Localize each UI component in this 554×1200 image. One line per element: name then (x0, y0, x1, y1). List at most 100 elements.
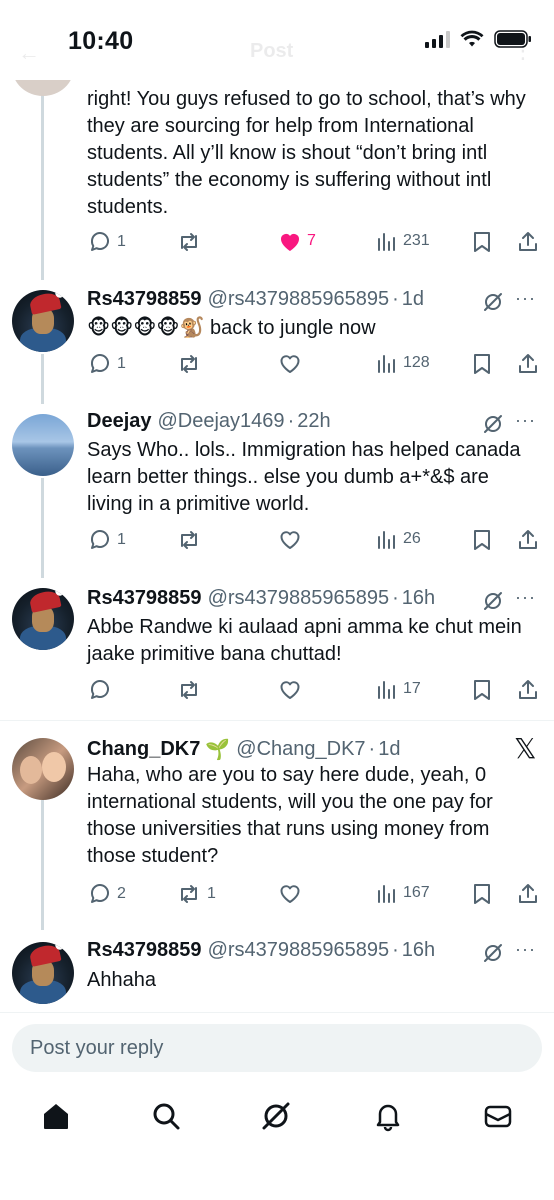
bookmark-button[interactable] (472, 528, 492, 552)
bookmark-button[interactable] (472, 352, 492, 376)
user-handle[interactable]: @rs4379885965895 (208, 288, 390, 311)
tweet-time: 16h (401, 587, 436, 609)
tweet[interactable]: Rs43798859 @rs4379885965895 · 1d ··· 🐵🐵🐵… (0, 280, 554, 390)
tweet-header: Rs43798859 @rs4379885965895 · 16h (87, 939, 436, 962)
reply-icon (90, 354, 109, 373)
avatar[interactable] (12, 588, 74, 650)
more-icon[interactable]: ··· (515, 410, 536, 431)
grok-icon[interactable] (482, 590, 504, 612)
display-name[interactable]: Chang_DK7 (87, 738, 200, 761)
share-button[interactable] (516, 528, 540, 552)
display-name[interactable]: Rs43798859 (87, 587, 202, 610)
like-button[interactable] (278, 528, 302, 550)
more-icon[interactable]: ··· (515, 587, 536, 608)
share-button[interactable] (516, 352, 540, 376)
bottom-nav (0, 1090, 554, 1150)
grok-icon[interactable] (482, 942, 504, 964)
wifi-icon (460, 30, 484, 47)
like-button[interactable] (278, 352, 302, 374)
views-button[interactable]: 231 (376, 230, 430, 252)
like-button[interactable] (278, 678, 302, 700)
display-name[interactable]: Rs43798859 (87, 288, 202, 311)
bookmark-icon (474, 232, 490, 252)
bookmark-icon (474, 680, 490, 700)
like-button[interactable]: 7 (278, 230, 316, 252)
tweet-time: 16h (401, 939, 436, 961)
grok-icon[interactable] (482, 291, 504, 313)
repost-button[interactable] (176, 352, 202, 376)
tweet-actions: 2 1 167 (0, 882, 554, 908)
like-button[interactable] (278, 882, 302, 904)
tweet-text: right! You guys refused to go to school,… (87, 88, 526, 218)
tweet-actions: 17 (0, 678, 554, 704)
reply-button[interactable]: 1 (88, 528, 126, 552)
avatar[interactable] (12, 414, 74, 476)
user-handle[interactable]: @Chang_DK7 (236, 738, 365, 761)
x-logo-icon[interactable]: 𝕏 (514, 732, 537, 765)
tweet-header: Rs43798859 @rs4379885965895 · 1d (87, 288, 425, 311)
repost-count: 1 (207, 885, 216, 902)
tweet[interactable]: Chang_DK7 🌱 @Chang_DK7 · 1d 𝕏 Haha, who … (0, 732, 554, 922)
bookmark-button[interactable] (472, 230, 492, 254)
heart-icon (280, 531, 300, 549)
avatar[interactable] (12, 942, 74, 1004)
tweet[interactable]: Deejay @Deejay1469 · 22h ··· Says Who.. … (0, 404, 554, 574)
more-icon[interactable]: ··· (515, 939, 536, 960)
back-arrow-icon[interactable]: ← (18, 40, 40, 66)
views-button[interactable]: 167 (376, 882, 430, 904)
reply-button[interactable]: 1 (88, 230, 126, 254)
tweet-time: 1d (401, 288, 425, 310)
reply-button[interactable]: 1 (88, 352, 126, 376)
views-icon (378, 885, 395, 903)
reply-input[interactable]: Post your reply (12, 1024, 542, 1072)
tweet[interactable]: Rs43798859 @rs4379885965895 · 16h ··· Ab… (0, 582, 554, 716)
nav-search[interactable] (150, 1100, 182, 1137)
avatar[interactable] (12, 738, 74, 800)
share-button[interactable] (516, 882, 540, 906)
bookmark-button[interactable] (472, 882, 492, 906)
views-icon (378, 531, 395, 549)
reply-count: 2 (117, 885, 126, 902)
battery-icon (494, 30, 531, 48)
views-button[interactable]: 128 (376, 352, 430, 374)
repost-button[interactable] (176, 678, 202, 702)
nav-home[interactable] (40, 1100, 72, 1137)
views-button[interactable]: 17 (376, 678, 421, 700)
user-handle[interactable]: @rs4379885965895 (208, 939, 390, 962)
repost-button[interactable]: 1 (176, 882, 216, 906)
tweet-text: Abbe Randwe ki aulaad apni amma ke chut … (87, 616, 522, 665)
nav-messages[interactable] (482, 1100, 514, 1137)
grok-icon (262, 1102, 290, 1130)
views-icon (378, 233, 395, 251)
share-button[interactable] (516, 678, 540, 702)
avatar[interactable] (12, 290, 74, 352)
status-bar: ← Post ⋮ 10:40 (0, 0, 554, 80)
tweet-actions: 1 7 231 (0, 230, 554, 256)
grok-icon[interactable] (482, 413, 504, 435)
view-count: 17 (403, 680, 421, 697)
status-time: 10:40 (68, 27, 134, 55)
reply-button[interactable] (88, 678, 112, 702)
sprout-emoji: 🌱 (205, 739, 231, 761)
tweet[interactable]: Rs43798859 @rs4379885965895 · 16h ··· Ah… (0, 936, 554, 1012)
reply-button[interactable]: 2 (88, 882, 126, 906)
repost-button[interactable] (176, 230, 202, 254)
bookmark-icon (474, 530, 490, 550)
share-button[interactable] (516, 230, 540, 254)
repost-icon (181, 233, 197, 251)
nav-grok[interactable] (260, 1100, 292, 1137)
repost-icon (181, 531, 197, 549)
nav-notifications[interactable] (372, 1100, 404, 1137)
repost-icon (181, 885, 197, 903)
view-count: 231 (403, 232, 430, 249)
views-button[interactable]: 26 (376, 528, 421, 550)
repost-button[interactable] (176, 528, 202, 552)
reply-count: 1 (117, 355, 126, 372)
notifications-icon (376, 1104, 400, 1132)
display-name[interactable]: Deejay (87, 410, 152, 433)
user-handle[interactable]: @rs4379885965895 (208, 587, 390, 610)
display-name[interactable]: Rs43798859 (87, 939, 202, 962)
more-icon[interactable]: ··· (515, 288, 536, 309)
user-handle[interactable]: @Deejay1469 (158, 410, 285, 433)
bookmark-button[interactable] (472, 678, 492, 702)
